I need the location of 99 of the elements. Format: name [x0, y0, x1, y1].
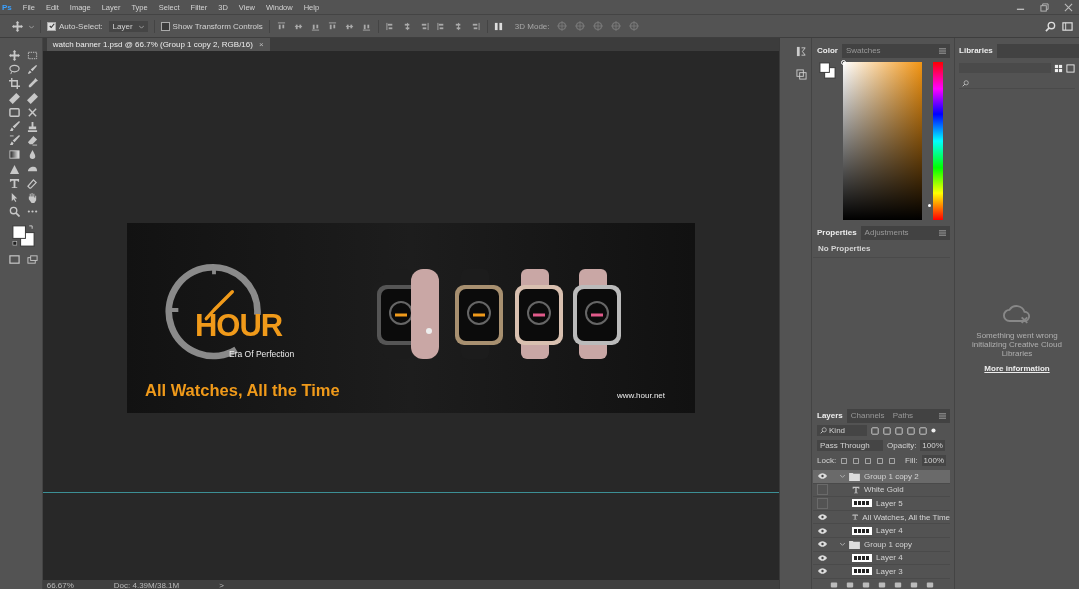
- transform-controls-label: Show Transform Controls: [172, 21, 263, 31]
- status-menu-arrow[interactable]: >: [219, 580, 224, 589]
- close-tab-button[interactable]: ×: [258, 40, 264, 49]
- headline: All Watches, All the Time: [145, 381, 340, 400]
- cross-icon[interactable]: [26, 106, 38, 118]
- align-icon[interactable]: [453, 21, 463, 31]
- layer-thumbnail-icon: [852, 499, 872, 508]
- visibility-toggle-box[interactable]: [817, 484, 828, 496]
- layer-row[interactable]: Layer 3: [813, 565, 950, 579]
- gradient-icon[interactable]: [8, 149, 20, 161]
- error-message: Something went wrong initializing Creative Cloud Libraries: [971, 331, 1063, 358]
- align-icon[interactable]: [327, 21, 337, 31]
- search-icon: [962, 79, 969, 87]
- workspace-icon[interactable]: [1062, 20, 1073, 32]
- website-url: www.hour.net: [617, 391, 665, 400]
- cloud-error-icon: [1003, 304, 1031, 325]
- search-icon: [820, 427, 827, 434]
- history-icon[interactable]: [795, 46, 807, 57]
- panel-tab[interactable]: Libraries: [955, 44, 997, 58]
- close-icon[interactable]: [1064, 2, 1073, 12]
- tagline: Era Of Perfection: [229, 349, 295, 359]
- align-icon[interactable]: [276, 21, 286, 31]
- bandage-icon[interactable]: [26, 92, 38, 104]
- document-size: Doc: 4.39M/38.1M: [113, 580, 180, 589]
- transform-controls-checkbox[interactable]: [160, 21, 170, 31]
- list-view-icon[interactable]: [1066, 63, 1075, 73]
- panel-tab[interactable]: Swatches: [841, 44, 885, 58]
- quick-mask-icon[interactable]: [8, 254, 20, 266]
- panel-tab[interactable]: Layers: [813, 409, 847, 423]
- filter-dropdown[interactable]: Kind: [817, 425, 867, 436]
- blend-mode-dropdown[interactable]: Pass Through: [817, 440, 883, 451]
- hand-icon[interactable]: [26, 191, 38, 203]
- auto-select-checkbox[interactable]: [47, 21, 56, 31]
- lock-label: Lock:: [817, 456, 837, 465]
- caret-icon[interactable]: [840, 541, 845, 547]
- layer-row[interactable]: All Watches, All the Time: [813, 510, 950, 525]
- eye-icon[interactable]: [817, 552, 828, 564]
- brand-name: HOUR: [195, 308, 283, 344]
- zoom-icon[interactable]: [8, 206, 20, 218]
- layer-row[interactable]: Group 1 copy 2: [813, 470, 950, 484]
- eraser-icon[interactable]: [26, 135, 38, 147]
- caret-icon[interactable]: [138, 23, 144, 29]
- grid-view-icon[interactable]: [1054, 63, 1063, 73]
- auto-select-label: Auto-Select:: [59, 21, 103, 31]
- opacity-field[interactable]: 100%: [920, 440, 945, 451]
- panel-tab[interactable]: Properties: [813, 226, 861, 240]
- marquee-icon[interactable]: [26, 50, 38, 61]
- document-tab[interactable]: watch banner 1.psd @ 66.7% (Group 1 copy 2, RGB/16) ×: [46, 38, 270, 51]
- layer-thumbnail-icon: [852, 553, 872, 562]
- color-swatches-icon[interactable]: [10, 223, 36, 249]
- eye-icon[interactable]: [817, 565, 828, 577]
- layer-thumbnail-icon: [852, 526, 872, 535]
- hue-slider-marker[interactable]: [928, 204, 931, 208]
- align-icon[interactable]: [385, 21, 395, 31]
- lasso-icon[interactable]: [8, 64, 20, 76]
- triangle-icon[interactable]: [8, 163, 20, 175]
- frame-icon[interactable]: [8, 106, 20, 118]
- layer-row[interactable]: White Gold: [813, 483, 950, 498]
- align-icon[interactable]: [419, 21, 429, 31]
- mode-label: 3D Mode:: [514, 21, 550, 31]
- color-field[interactable]: [843, 62, 922, 220]
- panel-tab[interactable]: Color: [813, 44, 842, 58]
- target-dropdown[interactable]: Layer: [108, 20, 148, 32]
- panel-tab[interactable]: Channels: [846, 409, 889, 423]
- zoom-level[interactable]: 66.67%: [46, 580, 74, 589]
- screen-mode-icon[interactable]: [26, 254, 38, 266]
- eye-icon[interactable]: [817, 538, 828, 550]
- pen-icon[interactable]: [26, 177, 38, 189]
- eye-icon[interactable]: [817, 470, 828, 482]
- eye-icon[interactable]: [817, 511, 828, 523]
- layer-row[interactable]: Layer 4: [813, 524, 950, 538]
- panel-tab[interactable]: Adjustments: [860, 226, 913, 240]
- filter-toggle-icon[interactable]: [931, 428, 936, 433]
- restore-icon[interactable]: [1040, 2, 1049, 12]
- properties-message: No Properties: [813, 240, 950, 258]
- panel-tab[interactable]: Paths: [888, 409, 918, 423]
- stamp-icon[interactable]: [26, 120, 38, 132]
- opacity-label: Opacity:: [887, 441, 917, 450]
- bandage-icon[interactable]: [8, 92, 20, 104]
- visibility-toggle-box[interactable]: [817, 498, 828, 509]
- library-search-field[interactable]: [959, 78, 1075, 89]
- layer-row[interactable]: Layer 4: [813, 551, 950, 566]
- align-icon[interactable]: [470, 21, 480, 31]
- eyedropper-icon[interactable]: [26, 78, 38, 90]
- align-icon[interactable]: [402, 21, 412, 31]
- layer-thumbnail-icon: [852, 567, 872, 576]
- color-swatches-icon[interactable]: [819, 62, 836, 79]
- align-icon[interactable]: [436, 21, 446, 31]
- eye-icon[interactable]: [817, 525, 828, 537]
- layer-comps-icon[interactable]: [795, 69, 807, 80]
- fill-label: Fill:: [905, 456, 918, 465]
- fill-field[interactable]: 100%: [921, 455, 946, 466]
- layer-row[interactable]: Layer 5: [813, 497, 950, 511]
- search-icon[interactable]: [1045, 20, 1056, 32]
- history-brush-icon[interactable]: [8, 135, 20, 147]
- caret-icon[interactable]: [840, 473, 845, 479]
- distribute-icon[interactable]: [493, 21, 503, 31]
- layer-row[interactable]: Group 1 copy: [813, 537, 950, 552]
- more-information-link[interactable]: More information: [984, 364, 1050, 373]
